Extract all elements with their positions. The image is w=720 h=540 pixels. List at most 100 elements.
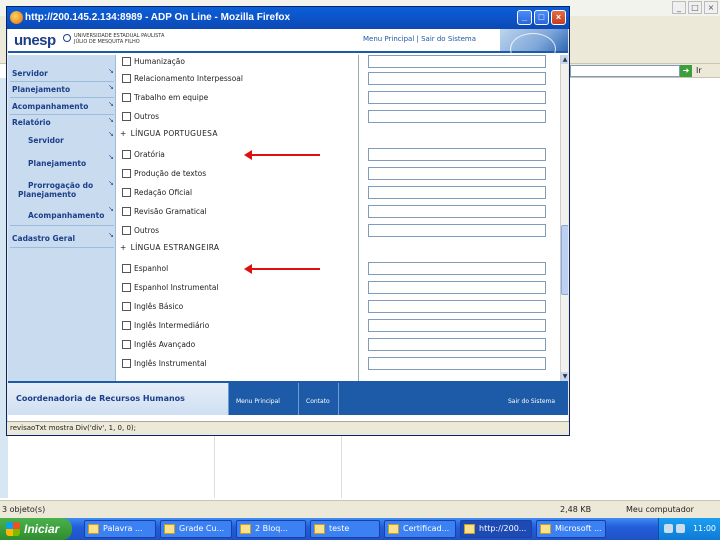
text-input[interactable] [368,262,546,275]
section-lingua-estrangeira[interactable]: + LÍNGUA ESTRANGEIRA [120,243,219,252]
checkbox[interactable] [122,169,131,178]
list-item: Revisão Gramatical [122,205,546,219]
status-size: 2,48 KB [560,505,592,514]
checkbox[interactable] [122,188,131,197]
checkbox[interactable] [122,150,131,159]
header-links[interactable]: Menu Principal | Sair do Sistema [363,35,476,43]
footer-separator [298,383,299,415]
taskbar-item[interactable]: 2 Bloq... [236,520,306,538]
menu-servidor[interactable]: Servidor [12,69,48,78]
checkbox[interactable] [122,57,131,66]
minimize-icon[interactable]: _ [517,10,532,25]
checkbox[interactable] [122,340,131,349]
taskbar-item-active[interactable]: http://200... [460,520,532,538]
maximize-icon[interactable]: □ [688,1,702,14]
document-icon [540,524,551,534]
window-icon [240,524,251,534]
checkbox[interactable] [122,207,131,216]
list-item: Relacionamento Interpessoal [122,72,546,86]
menu-separator [10,225,114,226]
checkbox[interactable] [122,112,131,121]
item-label: Espanhol [134,264,169,273]
expand-icon[interactable]: + [120,243,127,252]
address-input[interactable] [570,65,680,77]
windows-logo-icon [6,522,20,536]
checkbox[interactable] [122,93,131,102]
text-input[interactable] [368,281,546,294]
tray-volume-icon[interactable] [676,524,685,533]
menu-prorrogacao[interactable]: Prorrogação do [28,181,93,190]
section-lingua-portuguesa[interactable]: + LÍNGUA PORTUGUESA [120,129,218,138]
checkbox[interactable] [122,226,131,235]
scroll-up-icon[interactable]: ▲ [561,55,568,64]
header-decoration [500,29,568,65]
item-label: Produção de textos [134,169,207,178]
item-label: Inglês Básico [134,302,184,311]
taskbar-item[interactable]: Palavra ... [84,520,156,538]
firefox-titlebar[interactable]: http://200.145.2.134:8989 - ADP On Line … [7,7,569,29]
checkbox[interactable] [122,321,131,330]
firefox-window: http://200.145.2.134:8989 - ADP On Line … [6,6,570,436]
menu-relatorio-servidor[interactable]: Servidor [28,136,64,145]
footer-sair-link[interactable]: Sair do Sistema [508,398,555,405]
checkbox[interactable] [122,283,131,292]
footer-separator [228,383,229,415]
checkbox[interactable] [122,359,131,368]
text-input[interactable] [368,148,546,161]
scroll-down-icon[interactable]: ▼ [561,372,568,381]
text-input[interactable] [368,55,546,68]
menu-relatorio[interactable]: Relatório [12,118,51,127]
taskbar-item[interactable]: teste [310,520,380,538]
menu-acompanhamento[interactable]: Acompanhamento [12,102,88,111]
taskbar-item[interactable]: Grade Cu... [160,520,232,538]
taskbar-item-label: Microsoft ... [555,524,602,533]
taskbar-item-label: teste [329,524,350,533]
checkbox[interactable] [122,74,131,83]
start-label: Iniciar [24,522,60,536]
vertical-scrollbar[interactable]: ▲ ▼ [560,55,568,381]
list-item: Produção de textos [122,167,546,181]
item-label: Trabalho em equipe [134,93,209,102]
footer-menu-principal-link[interactable]: Menu Principal [236,398,280,405]
menu-prorrogacao-planejamento[interactable]: Planejamento [18,190,76,199]
text-input[interactable] [368,224,546,237]
tray-network-icon[interactable] [664,524,673,533]
window-icon [164,524,175,534]
firefox-caption-buttons: _ □ × [517,10,566,25]
text-input[interactable] [368,205,546,218]
menu-arrow-icon: ↘ [108,153,114,161]
text-input[interactable] [368,186,546,199]
text-input[interactable] [368,72,546,85]
scroll-thumb[interactable] [561,225,568,295]
expand-icon[interactable]: + [120,129,127,138]
menu-cadastro-geral[interactable]: Cadastro Geral [12,234,75,243]
system-tray: 11:00 [658,518,720,540]
text-input[interactable] [368,91,546,104]
text-input[interactable] [368,300,546,313]
minimize-icon[interactable]: _ [672,1,686,14]
clock[interactable]: 11:00 [693,518,716,540]
item-label: Outros [134,226,160,235]
taskbar-item-label: 2 Bloq... [255,524,288,533]
text-input[interactable] [368,357,546,370]
background-address-bar: ➜ Ir [568,64,720,78]
menu-relatorio-acompanhamento[interactable]: Acompanhamento [28,211,104,220]
taskbar-item[interactable]: Microsoft ... [536,520,606,538]
go-arrow-icon[interactable]: ➜ [680,65,692,77]
text-input[interactable] [368,167,546,180]
menu-planejamento[interactable]: Planejamento [12,85,70,94]
close-icon[interactable]: × [551,10,566,25]
taskbar-item[interactable]: Certificad... [384,520,456,538]
site-header: unesp UNIVERSIDADE ESTADUAL PAULISTA JÚL… [8,29,568,65]
text-input[interactable] [368,110,546,123]
text-input[interactable] [368,338,546,351]
checkbox[interactable] [122,264,131,273]
go-label[interactable]: Ir [696,66,702,75]
footer-contato-link[interactable]: Contato [306,398,330,405]
menu-relatorio-planejamento[interactable]: Planejamento [28,159,86,168]
start-button[interactable]: Iniciar [0,518,72,540]
maximize-icon[interactable]: □ [534,10,549,25]
close-icon[interactable]: × [704,1,718,14]
text-input[interactable] [368,319,546,332]
checkbox[interactable] [122,302,131,311]
